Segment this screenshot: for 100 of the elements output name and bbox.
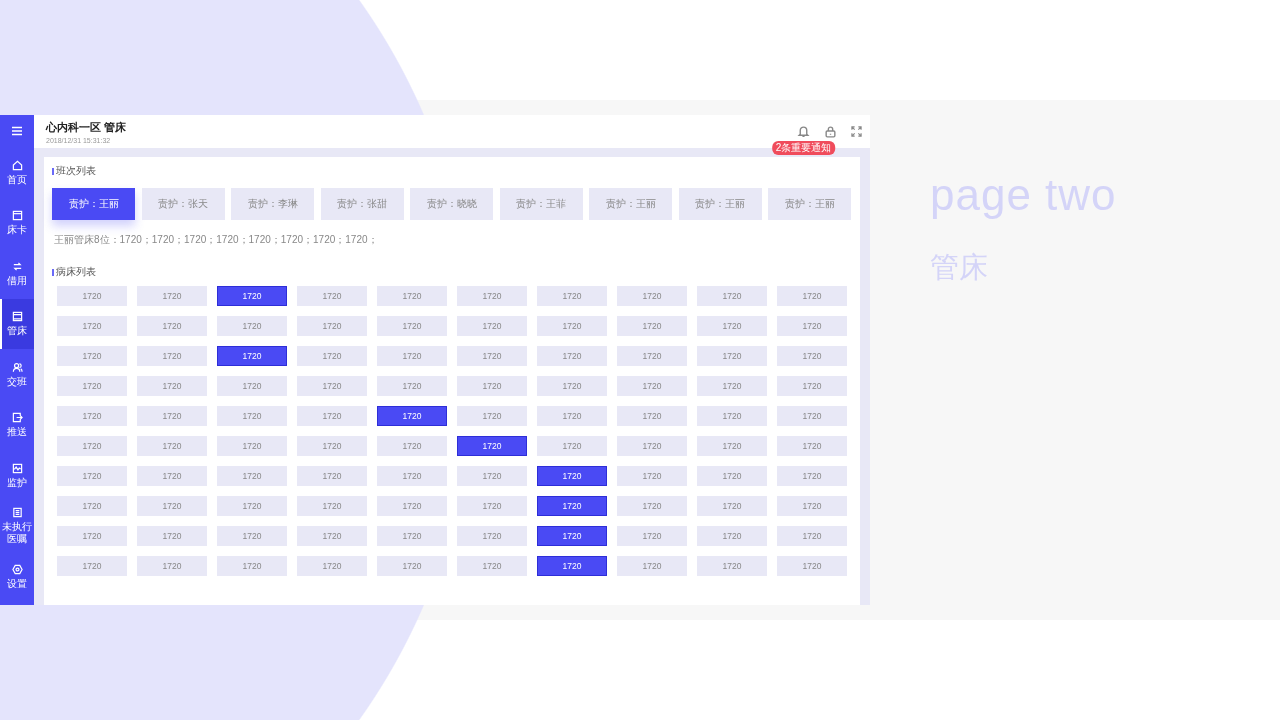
bed-tile[interactable]: 1720 [297,496,367,516]
bed-tile[interactable]: 1720 [777,316,847,336]
nurse-tab[interactable]: 责护：王丽 [768,188,851,220]
bed-tile[interactable]: 1720 [777,406,847,426]
bed-tile[interactable]: 1720 [457,556,527,576]
bed-tile[interactable]: 1720 [57,496,127,516]
bed-tile[interactable]: 1720 [217,556,287,576]
bed-tile[interactable]: 1720 [457,526,527,546]
bed-tile[interactable]: 1720 [697,466,767,486]
sidebar-item[interactable]: 设置 [0,551,34,602]
bed-tile[interactable]: 1720 [537,556,607,576]
bed-tile[interactable]: 1720 [697,526,767,546]
bed-tile[interactable]: 1720 [777,526,847,546]
bed-tile[interactable]: 1720 [537,286,607,306]
bed-tile[interactable]: 1720 [297,436,367,456]
bed-tile[interactable]: 1720 [217,466,287,486]
bed-tile[interactable]: 1720 [457,406,527,426]
bed-tile[interactable]: 1720 [377,316,447,336]
bed-tile[interactable]: 1720 [697,406,767,426]
bed-tile[interactable]: 1720 [217,406,287,426]
nurse-tab[interactable]: 责护：王丽 [52,188,135,220]
bed-tile[interactable]: 1720 [57,406,127,426]
bed-tile[interactable]: 1720 [137,316,207,336]
bed-tile[interactable]: 1720 [57,316,127,336]
bed-tile[interactable]: 1720 [57,526,127,546]
bed-tile[interactable]: 1720 [137,346,207,366]
bed-tile[interactable]: 1720 [457,436,527,456]
bed-tile[interactable]: 1720 [617,286,687,306]
sidebar-item[interactable]: 借用 [0,248,34,299]
bed-tile[interactable]: 1720 [377,496,447,516]
bed-tile[interactable]: 1720 [537,316,607,336]
nurse-tab[interactable]: 责护：晓晓 [410,188,493,220]
bed-tile[interactable]: 1720 [217,316,287,336]
sidebar-item[interactable]: 床卡 [0,197,34,248]
bed-tile[interactable]: 1720 [457,376,527,396]
lock-button[interactable] [824,125,837,138]
bed-tile[interactable]: 1720 [377,376,447,396]
fullscreen-button[interactable] [851,126,862,137]
bed-tile[interactable]: 1720 [57,346,127,366]
bed-tile[interactable]: 1720 [217,496,287,516]
bed-tile[interactable]: 1720 [297,556,367,576]
sidebar-item[interactable]: 交班 [0,349,34,400]
bed-tile[interactable]: 1720 [537,496,607,516]
sidebar-item[interactable]: 监护 [0,450,34,501]
bed-tile[interactable]: 1720 [617,346,687,366]
nurse-tab[interactable]: 责护：王丽 [589,188,672,220]
bed-tile[interactable]: 1720 [537,526,607,546]
bed-tile[interactable]: 1720 [377,346,447,366]
bed-tile[interactable]: 1720 [617,376,687,396]
bed-tile[interactable]: 1720 [57,556,127,576]
bed-tile[interactable]: 1720 [57,286,127,306]
bed-tile[interactable]: 1720 [377,406,447,426]
bed-tile[interactable]: 1720 [697,556,767,576]
bed-tile[interactable]: 1720 [137,406,207,426]
bed-tile[interactable]: 1720 [217,436,287,456]
bed-tile[interactable]: 1720 [697,286,767,306]
bed-tile[interactable]: 1720 [537,466,607,486]
bed-tile[interactable]: 1720 [377,286,447,306]
bed-tile[interactable]: 1720 [297,346,367,366]
bed-tile[interactable]: 1720 [57,376,127,396]
bed-tile[interactable]: 1720 [377,526,447,546]
bed-tile[interactable]: 1720 [57,436,127,456]
bed-tile[interactable]: 1720 [697,436,767,456]
bed-tile[interactable]: 1720 [457,346,527,366]
bed-tile[interactable]: 1720 [777,466,847,486]
bed-tile[interactable]: 1720 [137,526,207,546]
bed-tile[interactable]: 1720 [537,346,607,366]
bed-tile[interactable]: 1720 [617,316,687,336]
bed-tile[interactable]: 1720 [297,466,367,486]
bed-tile[interactable]: 1720 [777,286,847,306]
bed-tile[interactable]: 1720 [137,376,207,396]
bed-tile[interactable]: 1720 [137,436,207,456]
bed-tile[interactable]: 1720 [57,466,127,486]
bed-tile[interactable]: 1720 [137,496,207,516]
bed-tile[interactable]: 1720 [617,406,687,426]
bed-tile[interactable]: 1720 [297,526,367,546]
bed-tile[interactable]: 1720 [697,376,767,396]
bed-tile[interactable]: 1720 [297,316,367,336]
bed-tile[interactable]: 1720 [617,436,687,456]
bed-tile[interactable]: 1720 [137,286,207,306]
bed-tile[interactable]: 1720 [697,496,767,516]
bed-tile[interactable]: 1720 [457,316,527,336]
bed-tile[interactable]: 1720 [457,466,527,486]
bed-tile[interactable]: 1720 [297,376,367,396]
bed-tile[interactable]: 1720 [697,316,767,336]
bed-tile[interactable]: 1720 [217,346,287,366]
nurse-tab[interactable]: 责护：张天 [141,188,225,220]
bed-tile[interactable]: 1720 [777,496,847,516]
nurse-tab[interactable]: 责护：李琳 [231,188,314,220]
bed-tile[interactable]: 1720 [377,556,447,576]
bed-tile[interactable]: 1720 [217,526,287,546]
bed-tile[interactable]: 1720 [617,496,687,516]
bed-tile[interactable]: 1720 [617,556,687,576]
bed-tile[interactable]: 1720 [137,466,207,486]
bed-tile[interactable]: 1720 [217,376,287,396]
bed-tile[interactable]: 1720 [777,436,847,456]
bed-tile[interactable]: 1720 [697,346,767,366]
bed-tile[interactable]: 1720 [297,286,367,306]
bed-tile[interactable]: 1720 [777,376,847,396]
bed-tile[interactable]: 1720 [137,556,207,576]
